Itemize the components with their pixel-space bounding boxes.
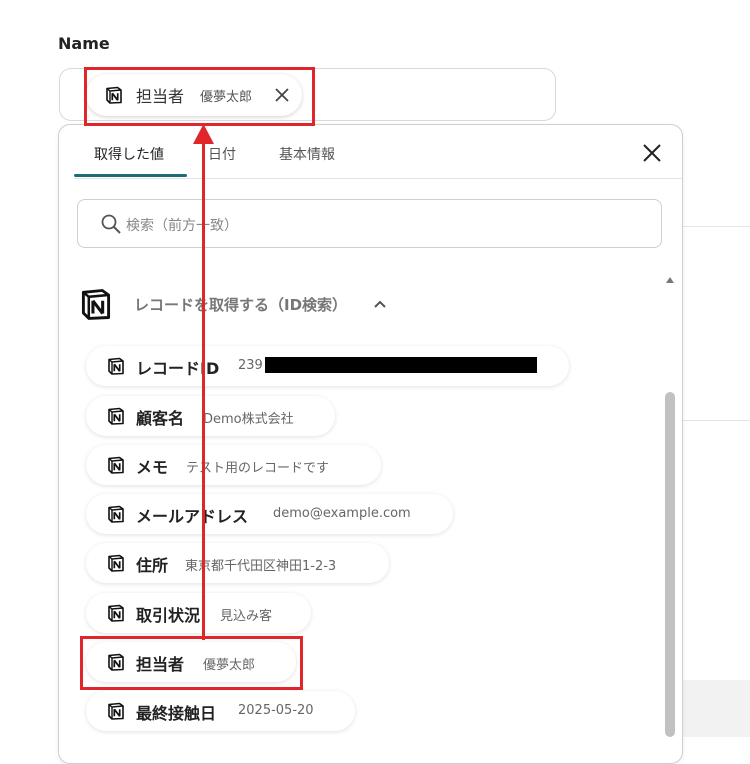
background-panel <box>680 680 750 737</box>
background-divider <box>683 420 750 421</box>
arrow-up-icon <box>193 124 214 144</box>
close-icon[interactable] <box>641 142 663 164</box>
tab-acquired-values[interactable]: 取得した値 <box>94 144 164 164</box>
highlight-box-source <box>80 636 303 690</box>
search-placeholder: 検索（前方一致） <box>126 218 238 234</box>
highlight-box-target <box>84 67 315 126</box>
item-value: テスト用のレコードです <box>186 461 330 476</box>
item-key: 取引状況 <box>136 606 201 625</box>
notion-icon <box>106 553 126 573</box>
notion-icon <box>106 455 126 475</box>
item-key: レコードID <box>136 359 220 378</box>
chevron-up-icon[interactable] <box>372 296 388 312</box>
notion-icon <box>78 286 114 322</box>
item-value: 2025-05-20 <box>238 703 314 718</box>
item-value: 239 <box>238 358 263 373</box>
scroll-up-arrow[interactable] <box>665 276 675 284</box>
notion-icon <box>106 701 126 721</box>
notion-icon <box>106 406 126 426</box>
search-input[interactable]: 検索（前方一致） <box>77 199 662 248</box>
notion-icon <box>106 504 126 524</box>
section-title[interactable]: レコードを取得する（ID検索） <box>134 294 347 315</box>
list-item-address[interactable]: 住所 東京都千代田区神田1-2-3 <box>86 543 389 583</box>
redaction-bar <box>265 357 537 373</box>
annotation-arrow-line <box>202 140 205 640</box>
name-field-label: Name <box>58 34 110 53</box>
item-key: 住所 <box>136 556 169 575</box>
background-divider <box>683 226 750 227</box>
notion-icon <box>106 603 126 623</box>
search-icon <box>101 214 121 234</box>
item-key: 最終接触日 <box>136 704 217 723</box>
list-item-email[interactable]: メールアドレス demo@example.com <box>86 494 453 534</box>
notion-icon <box>106 356 126 376</box>
item-value: 見込み客 <box>220 609 273 624</box>
item-value: 東京都千代田区神田1-2-3 <box>185 559 337 574</box>
active-tab-indicator <box>74 174 187 177</box>
list-item-customer-name[interactable]: 顧客名 Demo株式会社 <box>86 396 335 436</box>
item-value: Demo株式会社 <box>203 412 294 427</box>
tabs-divider <box>74 178 682 179</box>
item-key: 顧客名 <box>136 409 185 428</box>
item-value: demo@example.com <box>273 506 411 521</box>
tab-basic-info[interactable]: 基本情報 <box>279 144 335 164</box>
list-item-memo[interactable]: メモ テスト用のレコードです <box>86 445 381 485</box>
tab-date[interactable]: 日付 <box>208 144 236 164</box>
list-item-last-contact-date[interactable]: 最終接触日 2025-05-20 <box>86 691 355 731</box>
scrollbar-thumb[interactable] <box>665 392 675 737</box>
list-item-deal-status[interactable]: 取引状況 見込み客 <box>86 593 311 633</box>
item-key: メールアドレス <box>136 507 249 526</box>
item-key: メモ <box>136 458 169 477</box>
